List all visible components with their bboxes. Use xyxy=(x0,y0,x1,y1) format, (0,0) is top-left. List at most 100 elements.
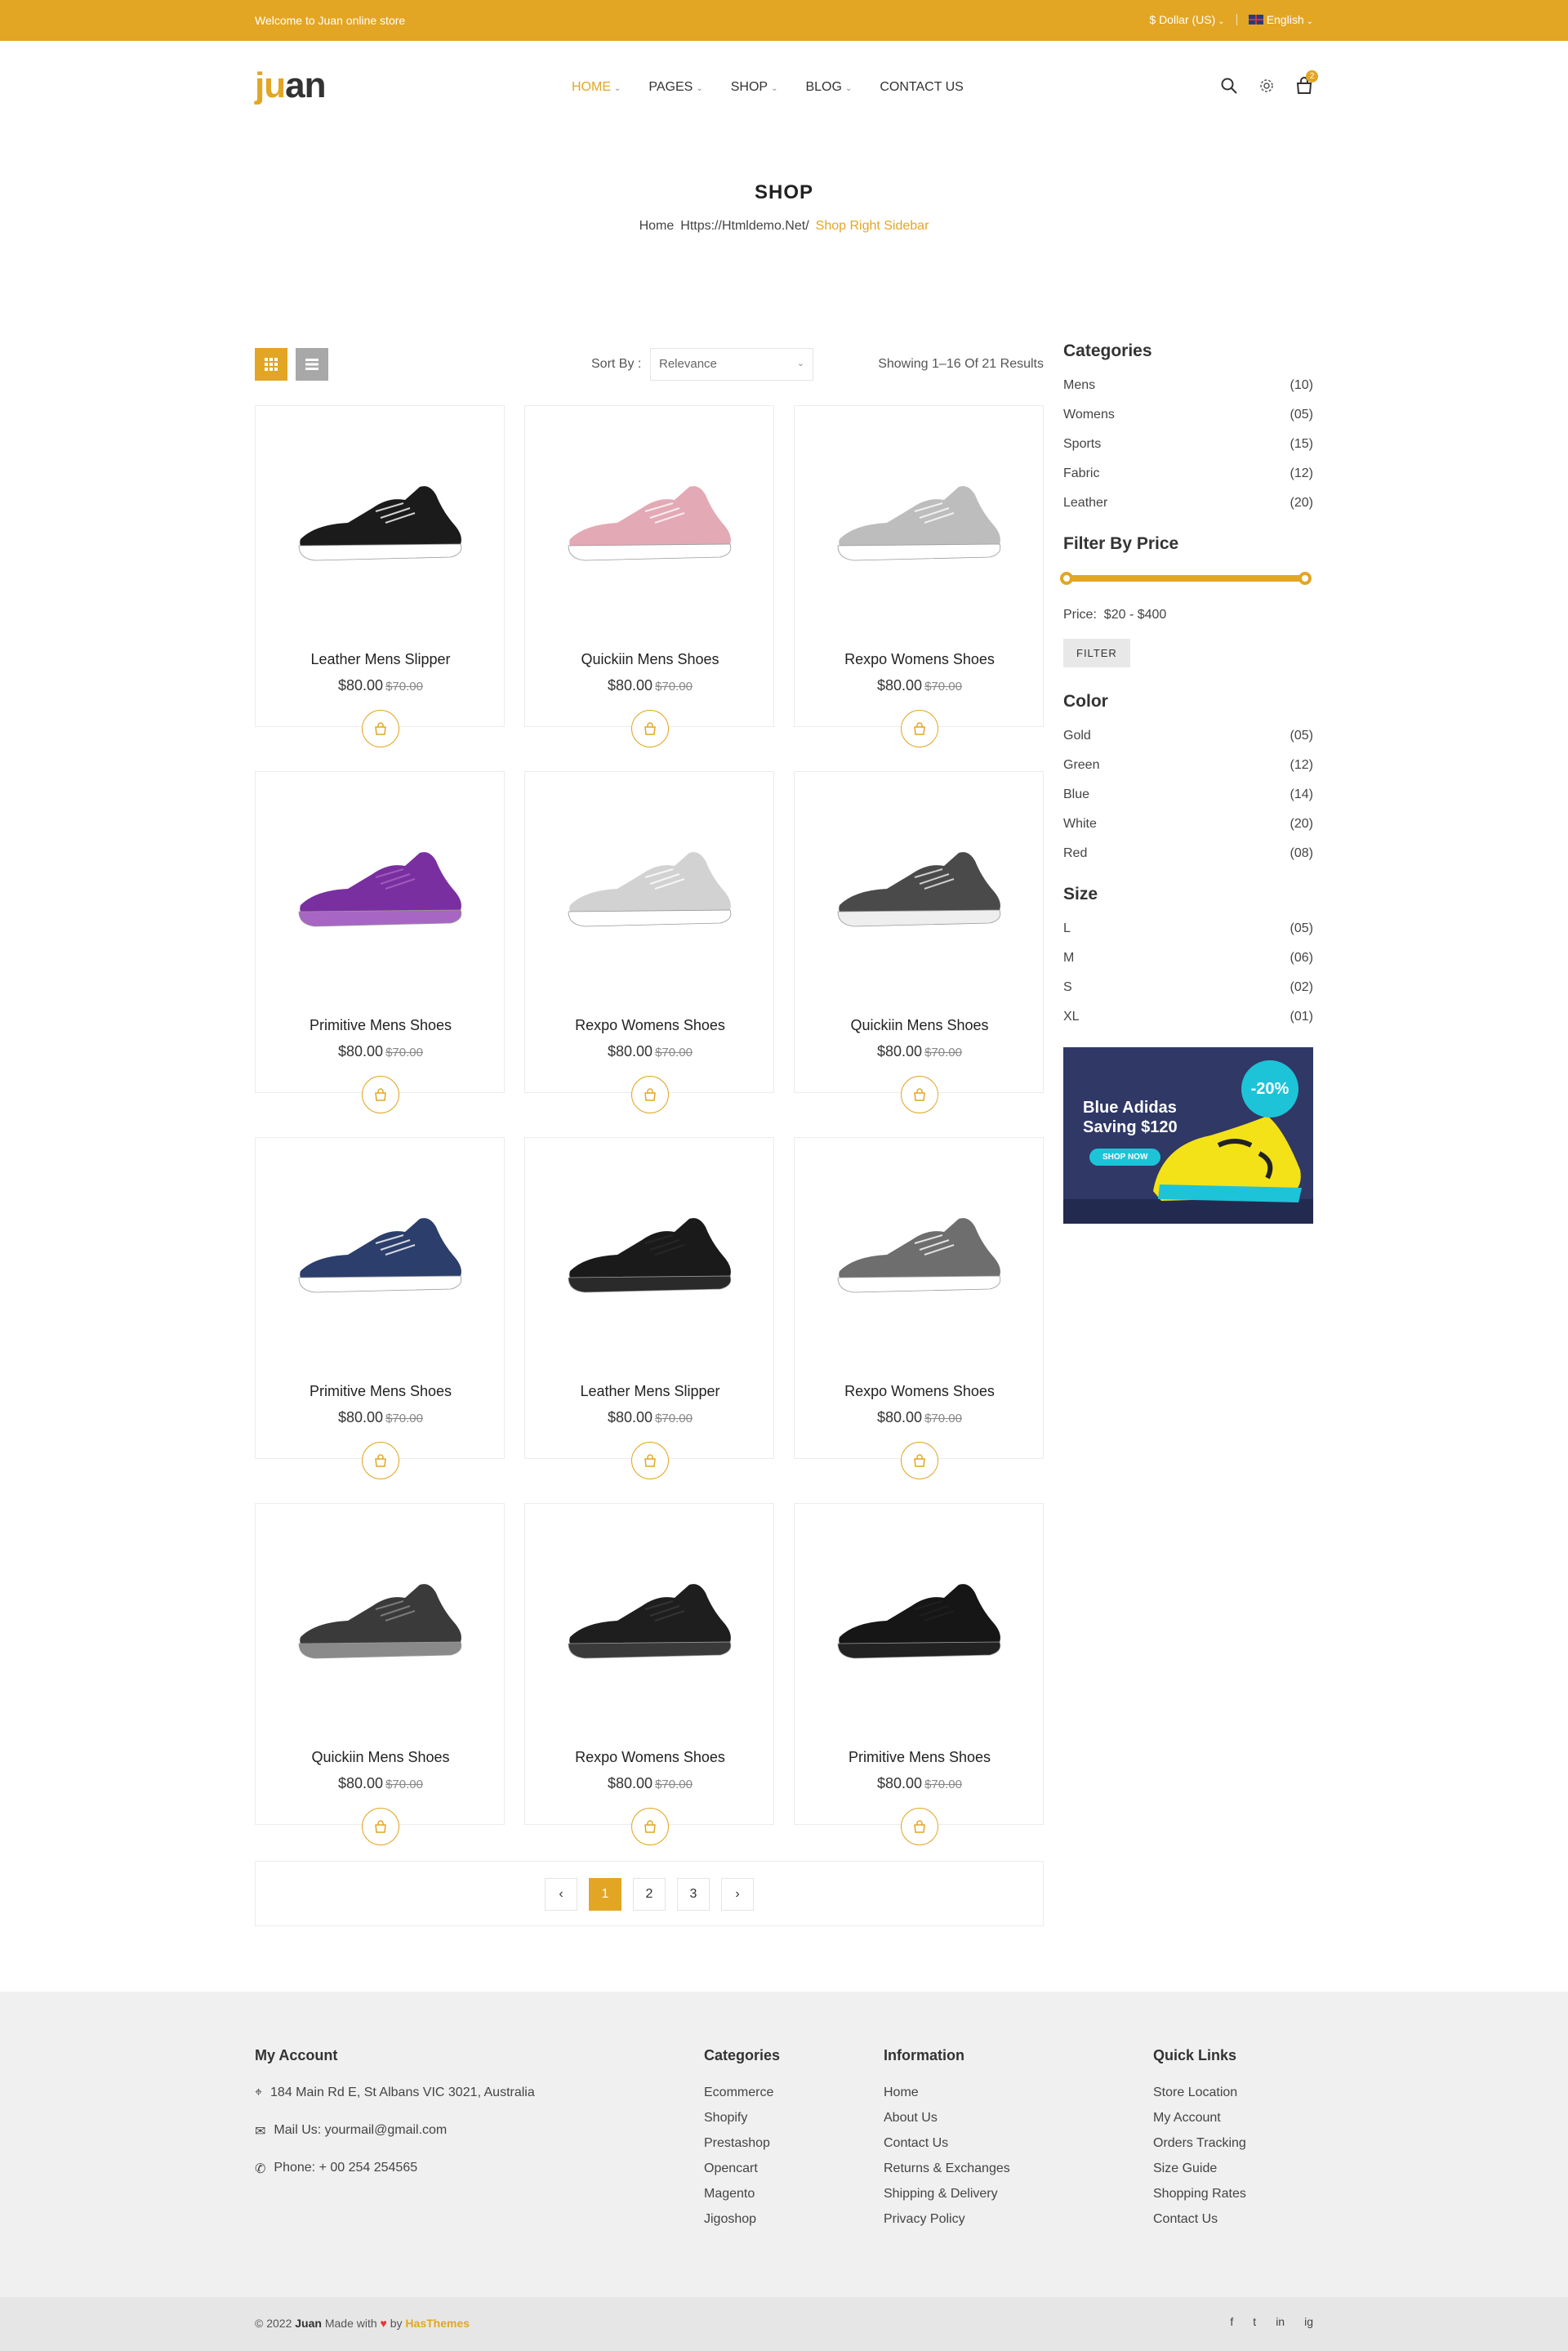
category-item[interactable]: Sports (15) xyxy=(1063,430,1313,459)
add-to-cart-button[interactable] xyxy=(901,1808,938,1845)
facebook-icon[interactable]: f xyxy=(1230,2315,1233,2328)
nav-contact[interactable]: CONTACT US xyxy=(880,80,964,95)
product-name[interactable]: Quickiin Mens Shoes xyxy=(256,1749,506,1766)
product-image[interactable] xyxy=(525,1504,775,1741)
color-item[interactable]: Red (08) xyxy=(1063,839,1313,868)
category-item[interactable]: Fabric (12) xyxy=(1063,459,1313,488)
product-name[interactable]: Primitive Mens Shoes xyxy=(256,1383,506,1400)
nav-shop[interactable]: SHOP ⌄ xyxy=(731,80,778,95)
nav-pages[interactable]: PAGES ⌄ xyxy=(648,80,702,95)
add-to-cart-button[interactable] xyxy=(631,710,669,747)
size-item[interactable]: XL (01) xyxy=(1063,1002,1313,1032)
product-image[interactable] xyxy=(795,1504,1045,1741)
language-selector[interactable]: English ⌄ xyxy=(1248,13,1313,26)
footer-category-link[interactable]: Ecommerce xyxy=(704,2086,780,2111)
footer-info-link[interactable]: Returns & Exchanges xyxy=(884,2161,1010,2187)
author-link[interactable]: HasThemes xyxy=(405,2317,470,2330)
product-name[interactable]: Rexpo Womens Shoes xyxy=(795,1383,1045,1400)
color-item[interactable]: Green (12) xyxy=(1063,751,1313,780)
product-image[interactable] xyxy=(525,1138,775,1375)
twitter-icon[interactable]: t xyxy=(1253,2315,1256,2328)
product-name[interactable]: Quickiin Mens Shoes xyxy=(525,651,775,668)
settings-icon[interactable] xyxy=(1258,77,1276,95)
sort-select[interactable]: Relevance ⌄ xyxy=(650,348,813,381)
product-image[interactable] xyxy=(256,1138,506,1375)
product-name[interactable]: Leather Mens Slipper xyxy=(256,651,506,668)
product-card[interactable]: Rexpo Womens Shoes $80.00 $70.00 xyxy=(524,771,775,1113)
grid-view-button[interactable] xyxy=(255,348,287,381)
product-image[interactable] xyxy=(525,772,775,1009)
category-item[interactable]: Leather (20) xyxy=(1063,488,1313,518)
product-card[interactable]: Leather Mens Slipper $80.00 $70.00 xyxy=(524,1137,775,1479)
add-to-cart-button[interactable] xyxy=(631,1808,669,1845)
product-image[interactable] xyxy=(795,406,1045,643)
footer-info-link[interactable]: Shipping & Delivery xyxy=(884,2187,1010,2212)
price-slider-min-handle[interactable] xyxy=(1060,572,1073,585)
size-item[interactable]: M (06) xyxy=(1063,944,1313,973)
cart-icon[interactable]: 2 xyxy=(1295,70,1318,95)
product-card[interactable]: Quickiin Mens Shoes $80.00 $70.00 xyxy=(794,771,1045,1113)
product-card[interactable]: Rexpo Womens Shoes $80.00 $70.00 xyxy=(794,1137,1045,1479)
color-item[interactable]: White (20) xyxy=(1063,810,1313,839)
add-to-cart-button[interactable] xyxy=(901,1076,938,1113)
add-to-cart-button[interactable] xyxy=(631,1076,669,1113)
footer-quick-link[interactable]: Shopping Rates xyxy=(1153,2187,1246,2212)
add-to-cart-button[interactable] xyxy=(901,710,938,747)
product-image[interactable] xyxy=(795,1138,1045,1375)
product-card[interactable]: Primitive Mens Shoes $80.00 $70.00 xyxy=(255,1137,506,1479)
footer-info-link[interactable]: About Us xyxy=(884,2111,1010,2136)
price-slider-max-handle[interactable] xyxy=(1298,572,1312,585)
footer-info-link[interactable]: Privacy Policy xyxy=(884,2212,1010,2237)
add-to-cart-button[interactable] xyxy=(901,1442,938,1479)
color-item[interactable]: Gold (05) xyxy=(1063,721,1313,751)
product-card[interactable]: Quickiin Mens Shoes $80.00 $70.00 xyxy=(524,405,775,747)
instagram-icon[interactable]: ig xyxy=(1304,2315,1313,2328)
footer-quick-link[interactable]: Orders Tracking xyxy=(1153,2136,1246,2161)
next-page-button[interactable]: › xyxy=(721,1878,754,1911)
nav-home[interactable]: HOME ⌄ xyxy=(572,80,621,95)
add-to-cart-button[interactable] xyxy=(362,1442,399,1479)
add-to-cart-button[interactable] xyxy=(362,1808,399,1845)
nav-blog[interactable]: BLOG ⌄ xyxy=(805,80,852,95)
footer-quick-link[interactable]: Store Location xyxy=(1153,2086,1246,2111)
product-name[interactable]: Quickiin Mens Shoes xyxy=(795,1017,1045,1034)
footer-category-link[interactable]: Prestashop xyxy=(704,2136,780,2161)
category-item[interactable]: Womens (05) xyxy=(1063,400,1313,430)
product-image[interactable] xyxy=(256,772,506,1009)
size-item[interactable]: S (02) xyxy=(1063,973,1313,1002)
breadcrumb-link[interactable]: Https://Htmldemo.Net/ xyxy=(680,219,808,233)
add-to-cart-button[interactable] xyxy=(631,1442,669,1479)
product-name[interactable]: Rexpo Womens Shoes xyxy=(795,651,1045,668)
footer-quick-link[interactable]: My Account xyxy=(1153,2111,1246,2136)
product-image[interactable] xyxy=(525,406,775,643)
promo-banner[interactable]: Blue Adidas Saving $120 SHOP NOW -20% xyxy=(1063,1047,1313,1224)
product-card[interactable]: Rexpo Womens Shoes $80.00 $70.00 xyxy=(524,1503,775,1845)
logo[interactable]: juan xyxy=(255,65,326,106)
product-image[interactable] xyxy=(256,1504,506,1741)
price-slider[interactable] xyxy=(1060,564,1313,596)
footer-info-link[interactable]: Home xyxy=(884,2086,1010,2111)
footer-info-link[interactable]: Contact Us xyxy=(884,2136,1010,2161)
search-icon[interactable] xyxy=(1220,77,1238,95)
footer-quick-link[interactable]: Size Guide xyxy=(1153,2161,1246,2187)
add-to-cart-button[interactable] xyxy=(362,710,399,747)
breadcrumb-home[interactable]: Home xyxy=(639,219,675,233)
product-card[interactable]: Primitive Mens Shoes $80.00 $70.00 xyxy=(794,1503,1045,1845)
prev-page-button[interactable]: ‹ xyxy=(545,1878,577,1911)
color-item[interactable]: Blue (14) xyxy=(1063,780,1313,810)
size-item[interactable]: L (05) xyxy=(1063,914,1313,944)
product-card[interactable]: Primitive Mens Shoes $80.00 $70.00 xyxy=(255,771,506,1113)
product-card[interactable]: Rexpo Womens Shoes $80.00 $70.00 xyxy=(794,405,1045,747)
product-name[interactable]: Primitive Mens Shoes xyxy=(256,1017,506,1034)
shop-now-button[interactable]: SHOP NOW xyxy=(1089,1149,1161,1166)
footer-category-link[interactable]: Shopify xyxy=(704,2111,780,2136)
product-name[interactable]: Rexpo Womens Shoes xyxy=(525,1749,775,1766)
add-to-cart-button[interactable] xyxy=(362,1076,399,1113)
linkedin-icon[interactable]: in xyxy=(1276,2315,1285,2328)
page-2-button[interactable]: 2 xyxy=(633,1878,666,1911)
list-view-button[interactable] xyxy=(296,348,328,381)
product-name[interactable]: Leather Mens Slipper xyxy=(525,1383,775,1400)
category-item[interactable]: Mens (10) xyxy=(1063,371,1313,400)
filter-button[interactable]: FILTER xyxy=(1063,639,1130,667)
product-image[interactable] xyxy=(795,772,1045,1009)
